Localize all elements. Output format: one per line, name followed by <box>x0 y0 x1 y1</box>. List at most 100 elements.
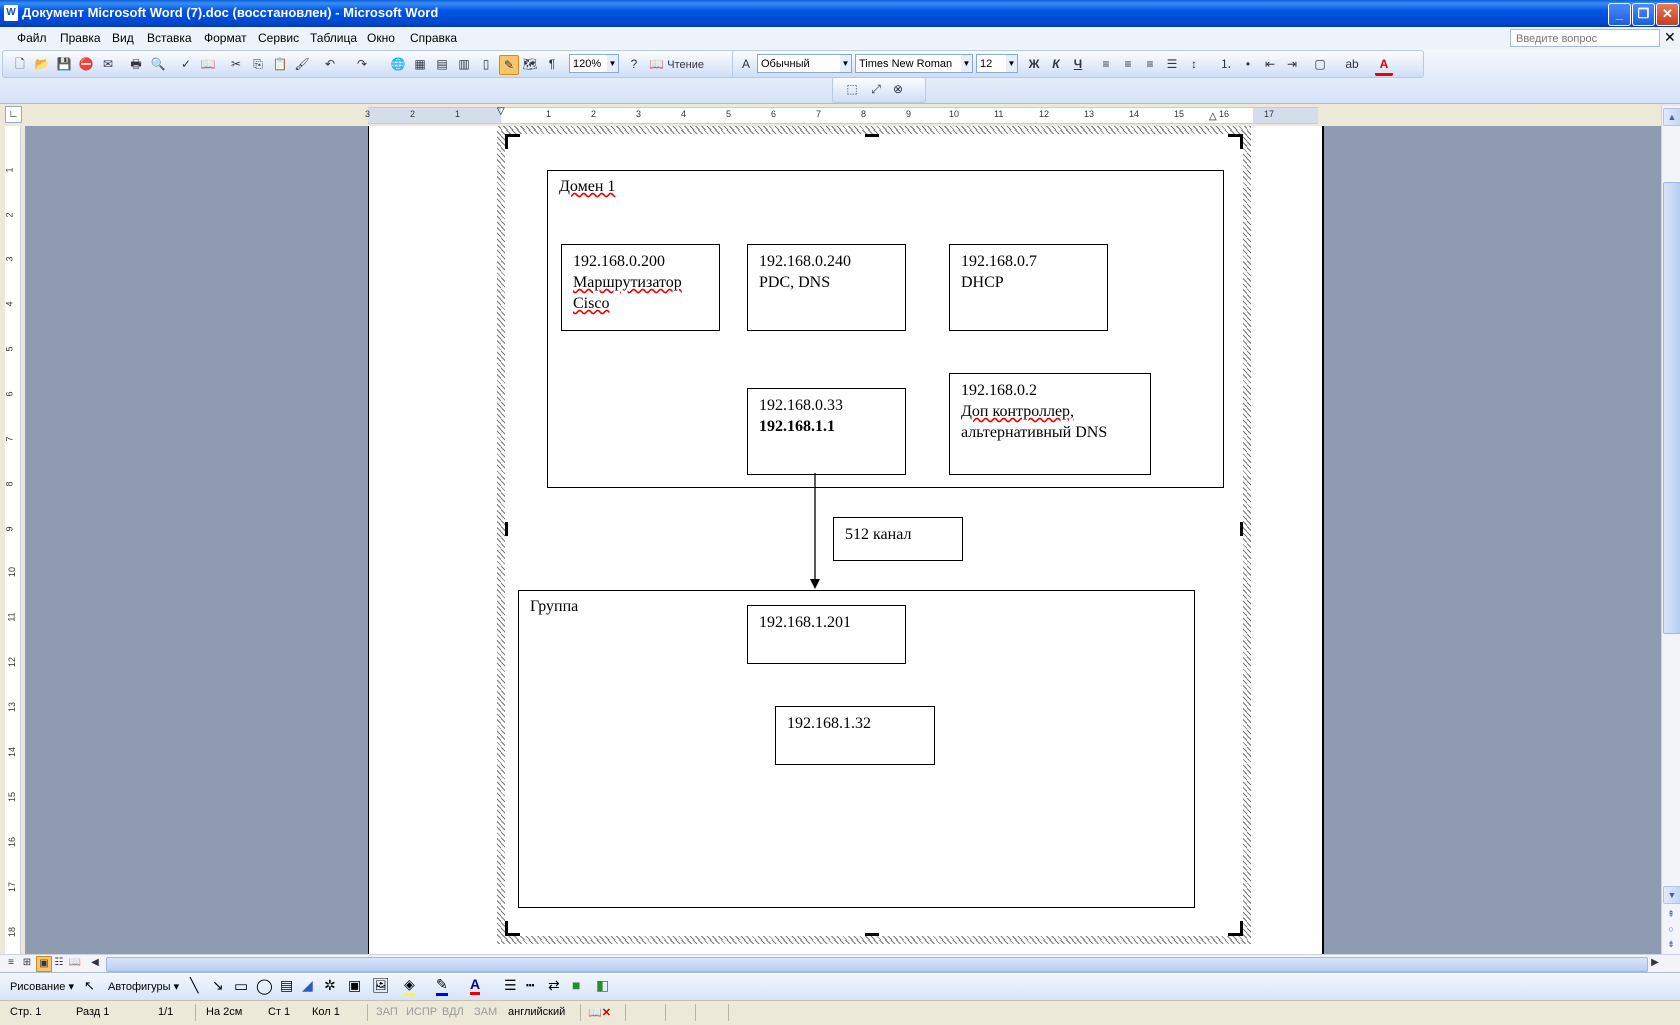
paste-icon[interactable]: 📋 <box>271 55 289 73</box>
menu-file[interactable]: Файл <box>17 31 47 45</box>
menu-view[interactable]: Вид <box>112 31 134 45</box>
rectangle-icon[interactable]: ▭ <box>234 977 248 995</box>
research-icon[interactable]: 📖 <box>199 55 217 73</box>
backup-dc-node[interactable]: 192.168.0.2 Доп контроллер, альтернативн… <box>949 373 1151 475</box>
menu-table[interactable]: Таблица <box>310 31 357 45</box>
spelling-status-icon[interactable]: 📖✕ <box>588 1006 611 1019</box>
canvas-handle[interactable] <box>505 921 520 936</box>
help-icon[interactable]: ? <box>625 55 643 73</box>
close-button[interactable]: ✕ <box>1656 3 1679 26</box>
menu-edit[interactable]: Правка <box>60 31 101 45</box>
dhcp-node[interactable]: 192.168.0.7 DHCP <box>949 244 1108 331</box>
vertical-scrollbar[interactable]: ▲ ▼ ⇞ ○ ⇟ <box>1661 106 1680 954</box>
print-layout-icon[interactable]: ▣ <box>36 956 52 972</box>
permission-icon[interactable]: ⛔ <box>77 55 95 73</box>
router-node[interactable]: 192.168.0.200 Маршрутизатор Cisco <box>561 244 720 331</box>
reading-button[interactable]: 📖 Чтение <box>649 55 709 73</box>
spelling-icon[interactable]: ✓ <box>177 55 195 73</box>
justify-icon[interactable]: ☰ <box>1163 55 1181 73</box>
scroll-right-icon[interactable]: ▶ <box>1648 956 1662 970</box>
hyperlink-icon[interactable]: 🌐 <box>389 55 407 73</box>
next-page-icon[interactable]: ⇟ <box>1663 936 1679 952</box>
font-size-select[interactable]: 12 ▼ <box>976 54 1018 73</box>
restore-button[interactable]: ❐ <box>1632 3 1655 26</box>
style-select[interactable]: Обычный ▼ <box>757 54 852 73</box>
gateway-node[interactable]: 192.168.0.33 192.168.1.1 <box>747 388 906 475</box>
menu-tools[interactable]: Сервис <box>258 31 299 45</box>
decrease-indent-icon[interactable]: ⇤ <box>1261 55 1279 73</box>
close-doc-icon[interactable]: ✕ <box>1664 29 1676 46</box>
font-select[interactable]: Times New Roman ▼ <box>855 54 973 73</box>
styles-pane-icon[interactable]: A <box>737 55 755 73</box>
text-box-icon[interactable]: ▤ <box>280 977 293 994</box>
minimize-button[interactable]: _ <box>1608 3 1631 26</box>
right-indent-marker[interactable]: △ <box>1209 111 1217 122</box>
tab-selector[interactable]: ∟ <box>5 106 22 123</box>
canvas-handle[interactable] <box>1240 522 1243 536</box>
shadow-style-icon[interactable]: ■ <box>572 977 580 993</box>
font-color-icon[interactable]: A <box>470 976 481 995</box>
open-icon[interactable]: 📂 <box>33 55 51 73</box>
document-map-icon[interactable]: 🗺 <box>521 55 539 73</box>
copy-icon[interactable]: ⎘ <box>249 55 267 73</box>
new-doc-icon[interactable]: 🗋 <box>11 55 29 73</box>
first-line-indent-marker[interactable]: ▽ <box>497 106 505 117</box>
word-app-icon[interactable]: W <box>4 5 18 21</box>
align-center-icon[interactable]: ≡ <box>1119 55 1137 73</box>
scroll-up-icon[interactable]: ▲ <box>1663 108 1680 126</box>
canvas-handle[interactable] <box>1228 921 1243 936</box>
zoom-select[interactable]: 120% ▼ <box>569 54 619 73</box>
reading-view-icon[interactable]: 📖 <box>68 956 82 970</box>
bold-button[interactable]: Ж <box>1025 55 1043 73</box>
outline-view-icon[interactable]: ☷ <box>52 956 66 970</box>
email-icon[interactable]: ✉ <box>99 55 117 73</box>
horizontal-scroll-thumb[interactable] <box>106 957 1648 972</box>
cut-icon[interactable]: ✂ <box>227 55 245 73</box>
select-browse-object-icon[interactable]: ○ <box>1663 921 1679 937</box>
vertical-ruler[interactable]: 1 2 3 4 5 6 7 8 9 10 11 12 13 14 15 16 1… <box>5 126 21 956</box>
align-left-icon[interactable]: ≡ <box>1097 55 1115 73</box>
borders-icon[interactable]: ▢ <box>1311 55 1329 73</box>
fill-color-icon[interactable]: ◈ <box>404 976 415 996</box>
align-right-icon[interactable]: ≡ <box>1141 55 1159 73</box>
scale-drawing-icon[interactable]: ⊗ <box>889 80 907 98</box>
underline-button[interactable]: Ч <box>1069 55 1087 73</box>
format-painter-icon[interactable]: 🖌 <box>293 55 311 73</box>
menu-insert[interactable]: Вставка <box>147 31 192 45</box>
prev-page-icon[interactable]: ⇞ <box>1663 906 1679 922</box>
line-color-icon[interactable]: ✎ <box>436 976 448 996</box>
autoshapes-menu-button[interactable]: Автофигуры ▾ <box>108 980 179 993</box>
scroll-left-icon[interactable]: ◀ <box>88 956 102 970</box>
line-icon[interactable]: ╲ <box>190 977 198 994</box>
title-bar[interactable]: W Документ Microsoft Word (7).doc (восст… <box>0 0 1680 27</box>
print-preview-icon[interactable]: 🔍 <box>149 55 167 73</box>
canvas-handle[interactable] <box>505 134 520 149</box>
line-spacing-icon[interactable]: ↕ <box>1185 55 1203 73</box>
3d-style-icon[interactable]: ◧ <box>596 977 609 994</box>
italic-button[interactable]: К <box>1047 55 1065 73</box>
menu-format[interactable]: Формат <box>204 31 247 45</box>
horizontal-scrollbar[interactable]: ≡ ⊞ ▣ ☷ 📖 ◀ ▶ <box>0 954 1680 973</box>
scroll-down-icon[interactable]: ▼ <box>1663 886 1680 904</box>
line-style-icon[interactable]: ☰ <box>504 977 517 994</box>
status-language[interactable]: английский <box>508 1006 565 1018</box>
horizontal-ruler[interactable]: 3 2 1 1 2 3 4 5 6 7 8 9 10 11 12 13 14 1… <box>365 106 1318 124</box>
group-node-32[interactable]: 192.168.1.32 <box>775 706 935 765</box>
vertical-scroll-thumb[interactable] <box>1663 182 1680 634</box>
redo-icon[interactable]: ↷ <box>353 55 371 73</box>
fit-drawing-icon[interactable]: ⬚ <box>843 80 861 98</box>
draw-menu-button[interactable]: Рисование ▾ <box>10 980 74 993</box>
status-extend[interactable]: ВДЛ <box>442 1006 464 1018</box>
columns-icon[interactable]: ▯ <box>477 55 495 73</box>
numbering-icon[interactable]: ⒈ <box>1217 55 1235 73</box>
highlight-icon[interactable]: ab <box>1343 55 1361 73</box>
group-node-201[interactable]: 192.168.1.201 <box>747 605 906 664</box>
font-color-icon[interactable]: A <box>1375 55 1393 76</box>
wordart-icon[interactable]: ◢ <box>302 977 313 994</box>
pdc-node[interactable]: 192.168.0.240 PDC, DNS <box>747 244 906 331</box>
link-label-box[interactable]: 512 канал <box>833 517 963 561</box>
show-hide-icon[interactable]: ¶ <box>543 55 561 73</box>
oval-icon[interactable]: ◯ <box>256 977 273 995</box>
status-track-changes[interactable]: ИСПР <box>406 1006 437 1018</box>
expand-drawing-icon[interactable]: ⤢ <box>867 80 885 98</box>
